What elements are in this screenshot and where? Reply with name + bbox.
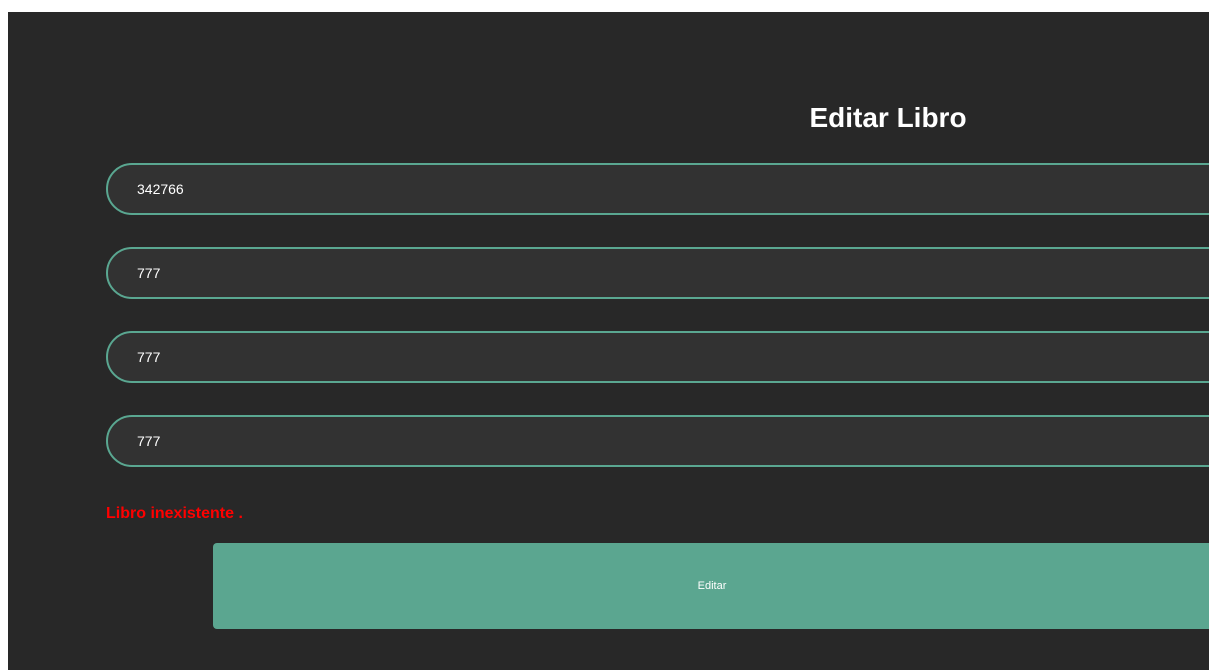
- error-message: Libro inexistente .: [106, 505, 243, 522]
- book-field-2[interactable]: [106, 247, 1209, 299]
- book-field-3[interactable]: [106, 331, 1209, 383]
- page-title: Editar Libro: [809, 102, 967, 133]
- page-viewport: Editar Libro Libro inexistente . Editar: [8, 12, 1209, 670]
- book-id-field[interactable]: [106, 163, 1209, 215]
- edit-button-label: Editar: [697, 580, 727, 592]
- edit-button[interactable]: Editar: [213, 543, 1209, 629]
- book-field-4[interactable]: [106, 415, 1209, 467]
